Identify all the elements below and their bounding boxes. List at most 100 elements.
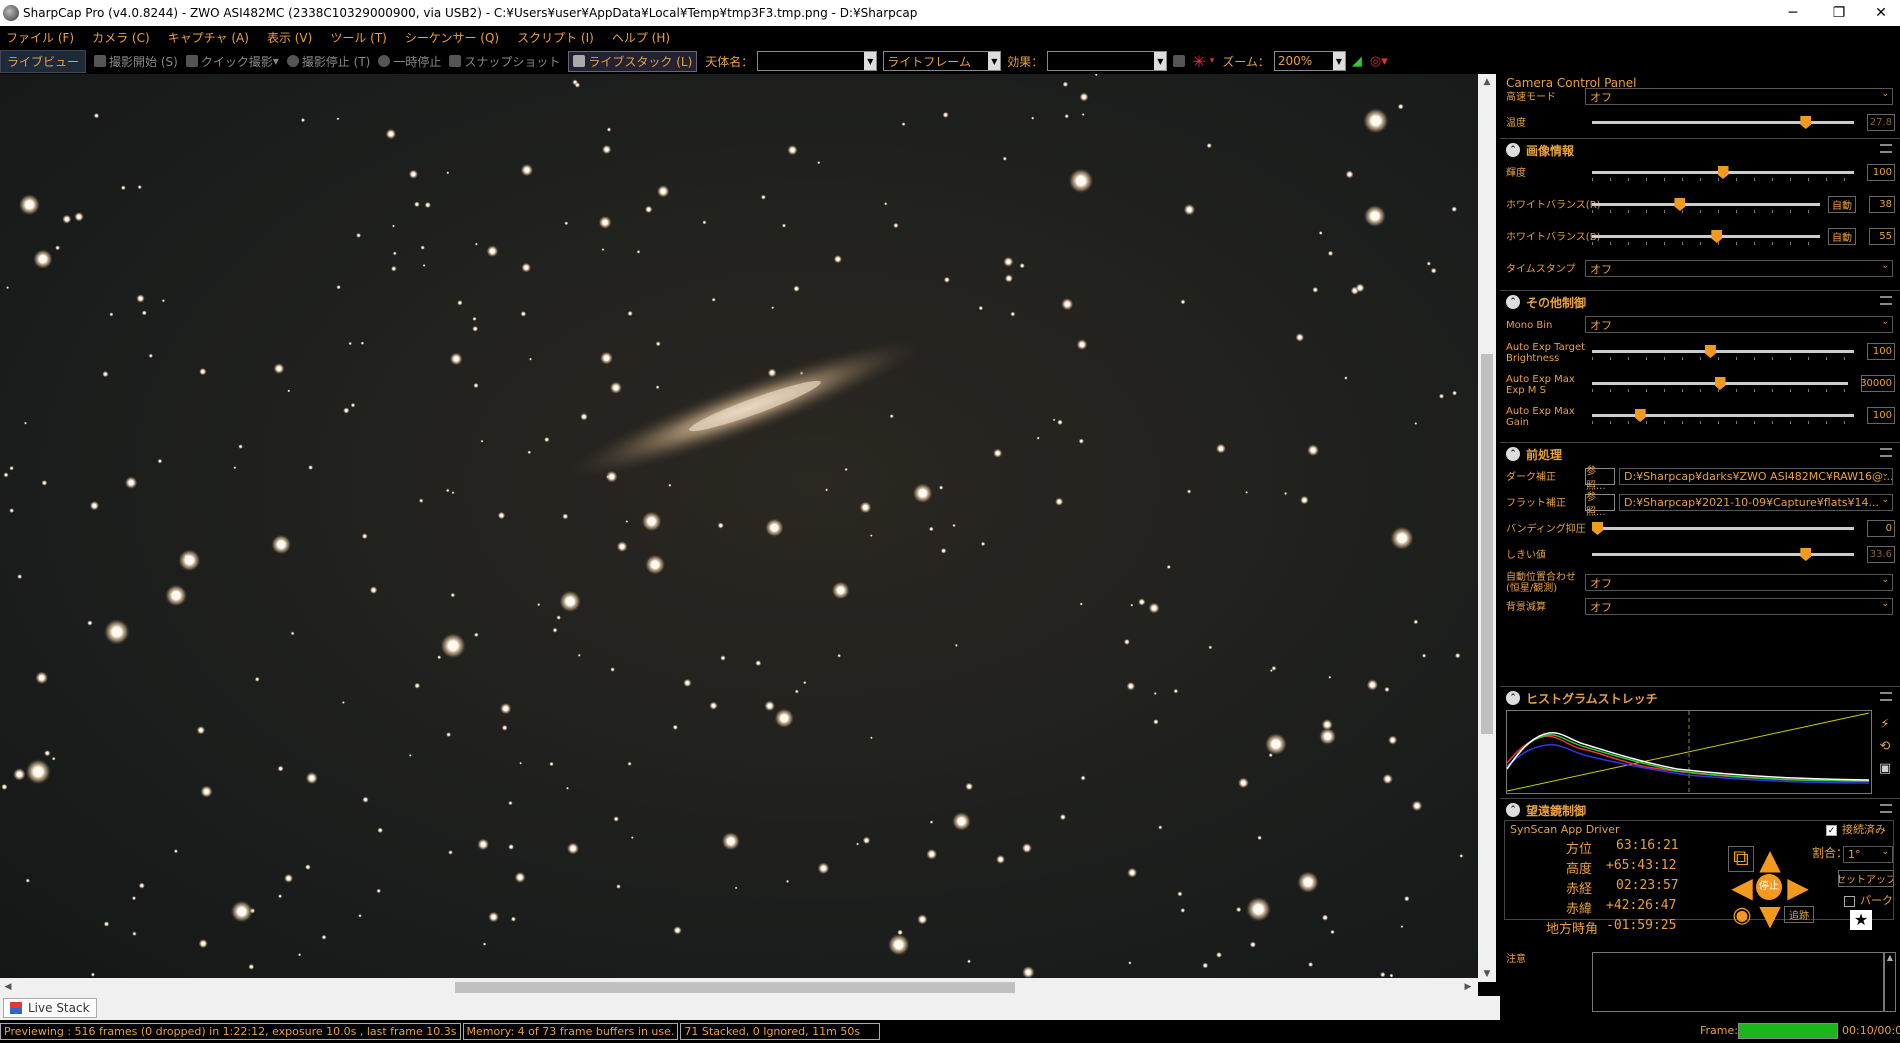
quick-capture-button[interactable]: クイック撮影 ▾	[185, 53, 279, 70]
auto-align-select[interactable]: オフ ⌄	[1585, 574, 1893, 591]
timestamp-select[interactable]: オフ ⌄	[1585, 260, 1893, 277]
scroll-up-icon[interactable]: ▲	[1478, 74, 1496, 90]
scroll-right-icon[interactable]: ▶	[1460, 978, 1476, 996]
rate-select[interactable]: 1° ⌄	[1843, 846, 1893, 863]
histogram-button[interactable]: ◢	[1352, 54, 1362, 69]
menu-icon[interactable]	[1880, 692, 1892, 701]
mono-bin-select[interactable]: オフ ⌄	[1585, 316, 1893, 333]
banding-slider[interactable]	[1592, 527, 1854, 530]
effect-select[interactable]: ▼	[1047, 51, 1168, 71]
notes-scrollbar[interactable]: ▲	[1884, 952, 1896, 1012]
setup-button[interactable]: セットアップ	[1838, 870, 1894, 887]
ae-max-gain-value[interactable]: 100	[1867, 407, 1895, 424]
temperature-slider[interactable]	[1592, 121, 1854, 124]
collapse-icon[interactable]: ⌃	[1506, 143, 1520, 157]
menu-icon[interactable]	[1880, 296, 1892, 305]
ae-target-slider[interactable]	[1592, 350, 1854, 353]
menu-icon[interactable]	[1880, 448, 1892, 457]
restore-button[interactable]: ❐	[1816, 0, 1862, 26]
target-button[interactable]: ◎ ▾	[1370, 54, 1388, 69]
telescope-section-header[interactable]: ⌃ 望遠鏡制御	[1500, 798, 1900, 820]
reset-icon[interactable]: ⟲	[1876, 736, 1894, 756]
pre-section-header[interactable]: ⌃ 前処理	[1500, 442, 1900, 464]
threshold-slider[interactable]	[1592, 553, 1854, 556]
crosshair-button[interactable]: ✳	[1192, 52, 1205, 71]
dark-select[interactable]: D:¥Sharpcap¥darks¥ZWO ASI482MC¥RAW16@...…	[1619, 468, 1893, 485]
goto-icon[interactable]: ⧉	[1728, 846, 1754, 872]
notes-textarea[interactable]	[1592, 952, 1884, 1012]
track-button[interactable]: 追跡	[1784, 906, 1814, 923]
start-capture-button[interactable]: 撮影開始 (S)	[94, 53, 178, 70]
target-name-select[interactable]: ▼	[757, 51, 878, 71]
pause-button[interactable]: 一時停止	[378, 53, 441, 70]
menu-camera[interactable]: カメラ (C)	[92, 29, 150, 46]
high-speed-select[interactable]: オフ ⌄	[1585, 88, 1893, 105]
ae-max-gain-slider[interactable]	[1592, 414, 1854, 417]
star-icon[interactable]: ★	[1850, 910, 1872, 930]
bg-sub-select[interactable]: オフ ⌄	[1585, 598, 1893, 615]
brightness-value[interactable]: 100	[1867, 164, 1895, 181]
threshold-slider-knob[interactable]	[1800, 548, 1812, 561]
arrow-down-button[interactable]: ▼	[1756, 902, 1784, 930]
histogram-display[interactable]	[1506, 710, 1872, 794]
home-icon[interactable]: ◉	[1728, 902, 1756, 930]
temperature-slider-knob[interactable]	[1800, 116, 1812, 129]
auto-stretch-icon[interactable]: ⚡	[1876, 714, 1894, 734]
live-stack-button[interactable]: ライブスタック (L)	[568, 50, 698, 72]
connected-checkbox[interactable]: ✓	[1826, 825, 1837, 836]
snapshot-button[interactable]: スナップショット	[449, 53, 560, 70]
stop-capture-button[interactable]: 撮影停止 (T)	[286, 53, 370, 70]
image-viewer[interactable]	[0, 74, 1478, 982]
menu-file[interactable]: ファイル (F)	[6, 29, 74, 46]
banding-value[interactable]: 0	[1867, 520, 1895, 537]
menu-icon[interactable]	[1880, 144, 1892, 153]
vertical-scrollbar[interactable]: ▲ ▼	[1478, 74, 1496, 982]
ae-max-ms-value[interactable]: 30000	[1860, 375, 1895, 392]
wb-b-auto-button[interactable]: 自動	[1828, 228, 1856, 245]
save-icon[interactable]: ▣	[1876, 758, 1894, 778]
tab-live-stack[interactable]: Live Stack	[3, 998, 97, 1018]
menu-sequencer[interactable]: シーケンサー (Q)	[405, 29, 499, 46]
horizontal-scrollbar[interactable]: ◀ ▶	[0, 978, 1478, 996]
crosshair-dropdown[interactable]: ▾	[1210, 56, 1215, 66]
zoom-select[interactable]: 200% ▼	[1273, 51, 1346, 71]
menu-tools[interactable]: ツール (T)	[330, 29, 387, 46]
frame-type-select[interactable]: ライトフレーム ▼	[883, 51, 1002, 71]
menu-view[interactable]: 表示 (V)	[267, 29, 312, 46]
wb-r-auto-button[interactable]: 自動	[1828, 196, 1856, 213]
stop-button[interactable]: 停止	[1756, 874, 1782, 900]
wb-r-value[interactable]: 38	[1869, 196, 1895, 213]
banding-slider-knob[interactable]	[1592, 522, 1603, 535]
arrow-up-button[interactable]: ▲	[1756, 846, 1784, 874]
minimize-button[interactable]: ─	[1770, 0, 1816, 26]
menu-capture[interactable]: キャプチャ (A)	[168, 29, 249, 46]
threshold-value[interactable]: 33.6	[1867, 546, 1895, 563]
image-section-header[interactable]: ⌃ 画像情報	[1500, 138, 1900, 160]
flat-browse-button[interactable]: 参照...	[1585, 492, 1615, 518]
wb-r-slider[interactable]	[1592, 203, 1820, 206]
scroll-left-icon[interactable]: ◀	[0, 978, 16, 996]
histogram-section-header[interactable]: ⌃ ヒストグラムストレッチ	[1500, 686, 1900, 708]
collapse-icon[interactable]: ⌃	[1506, 295, 1520, 309]
vertical-scroll-thumb[interactable]	[1481, 354, 1493, 734]
wb-b-slider[interactable]	[1592, 235, 1820, 238]
other-section-header[interactable]: ⌃ その他制御	[1500, 290, 1900, 312]
menu-icon[interactable]	[1880, 804, 1892, 813]
menu-scripting[interactable]: スクリプト (I)	[517, 29, 594, 46]
close-button[interactable]: ✕	[1858, 0, 1900, 26]
park-checkbox[interactable]	[1844, 896, 1855, 907]
live-view-button[interactable]: ライブビュー	[0, 49, 87, 73]
dark-browse-button[interactable]: 参照...	[1585, 466, 1615, 492]
scroll-down-icon[interactable]: ▼	[1478, 966, 1496, 982]
menu-help[interactable]: ヘルプ (H)	[612, 29, 670, 46]
horizontal-scroll-thumb[interactable]	[455, 982, 1015, 993]
flat-select[interactable]: D:¥Sharpcap¥2021-10-09¥Capture¥flats¥14.…	[1619, 494, 1893, 511]
record-button[interactable]	[1173, 55, 1188, 67]
arrow-left-button[interactable]: ◀	[1728, 874, 1756, 902]
collapse-icon[interactable]: ⌃	[1506, 447, 1520, 461]
wb-b-value[interactable]: 55	[1869, 228, 1895, 245]
arrow-right-button[interactable]: ▶	[1784, 874, 1812, 902]
collapse-icon[interactable]: ⌃	[1506, 691, 1520, 705]
collapse-icon[interactable]: ⌃	[1506, 803, 1520, 817]
ae-target-value[interactable]: 100	[1867, 343, 1895, 360]
